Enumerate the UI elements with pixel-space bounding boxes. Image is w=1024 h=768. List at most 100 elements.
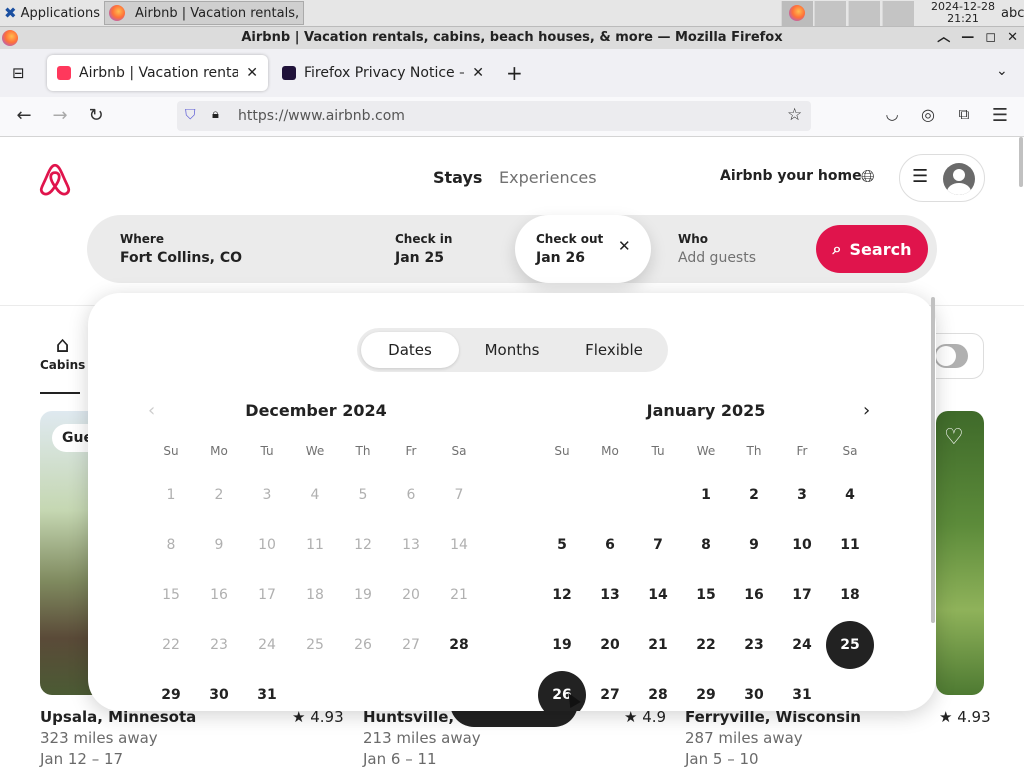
calendar-day: 13 [402,537,420,553]
applications-menu[interactable]: ✖ Applications [0,0,100,26]
calendar-day[interactable]: 25 [826,621,874,669]
back-icon[interactable]: ← [12,105,36,126]
workspace-3[interactable] [848,1,880,26]
checkin-field[interactable]: Check in Jan 25 [367,215,515,283]
dates-mode-button[interactable]: Dates [361,332,459,368]
calendar-day[interactable]: 7 [634,521,682,569]
keyboard-layout[interactable]: abc [1001,6,1024,21]
workspace-4[interactable] [882,1,914,26]
clear-date-icon[interactable]: ✕ [618,237,631,255]
calendar-day[interactable]: 30 [730,671,778,711]
shield-icon[interactable]: ⛉ [185,107,196,123]
calendar-day[interactable]: 6 [586,521,634,569]
clock-time: 21:21 [947,12,979,25]
flexible-mode-button[interactable]: Flexible [564,332,664,368]
calendar-day[interactable]: 10 [778,521,826,569]
calendar-day[interactable]: 12 [538,571,586,619]
experiences-tab[interactable]: Experiences [499,168,597,187]
rating-value: 4.93 [957,708,991,726]
tab-close-icon[interactable]: ✕ [472,65,484,81]
calendar-day[interactable]: 28 [634,671,682,711]
calendar-day[interactable]: 14 [634,571,682,619]
where-value[interactable]: Fort Collins, CO [120,250,242,266]
calendar-day: 27 [402,637,420,653]
extensions-icon[interactable]: ⧉ [952,105,976,123]
tab-overview-icon[interactable]: ⊟ [12,64,25,82]
calendar-day[interactable]: 29 [682,671,730,711]
calendar-day[interactable]: 27 [586,671,634,711]
window-shade-button[interactable]: ︿ [937,27,950,49]
heart-icon[interactable]: ♡ [944,425,964,450]
calendar-day: 16 [210,587,228,603]
calendar-day[interactable]: 26 [538,671,586,711]
calendar-day: 5 [358,487,368,503]
tab-airbnb[interactable]: Airbnb | Vacation rentals, c ✕ [47,55,268,91]
calendar-day[interactable]: 24 [778,621,826,669]
calendar-day[interactable]: 13 [586,571,634,619]
category-cabins[interactable]: ⌂ Cabins [40,333,85,372]
where-label: Where [120,232,164,246]
page-scrollbar[interactable] [1019,137,1023,187]
weekday-label: Th [355,444,371,458]
calendar-day[interactable]: 20 [586,621,634,669]
calendar-day[interactable]: 11 [826,521,874,569]
tab-privacy-notice[interactable]: Firefox Privacy Notice — M ✕ [272,55,494,91]
app-menu-icon[interactable]: ☰ [988,105,1012,126]
total-price-toggle[interactable] [934,344,968,368]
window-close-button[interactable]: ✕ [1007,27,1018,49]
window-maximize-button[interactable]: ◻ [985,27,996,49]
calendar-day[interactable]: 29 [147,671,195,711]
popup-scrollbar[interactable] [931,297,935,623]
stays-tab[interactable]: Stays [433,168,482,187]
pocket-icon[interactable]: ◡ [880,105,904,123]
calendar-day[interactable]: 30 [195,671,243,711]
taskbar-window-button[interactable]: Airbnb | Vacation rentals, ... [104,1,304,25]
calendar-day[interactable]: 17 [778,571,826,619]
calendar-day[interactable]: 9 [730,521,778,569]
listing-dates: Jan 5 – 10 [685,750,759,768]
url-bar[interactable]: ⛉ 🔒︎ https://www.airbnb.com ☆ [177,101,811,131]
calendar-day[interactable]: 4 [826,471,874,519]
calendar-day[interactable]: 28 [435,621,483,669]
airbnb-logo[interactable] [38,161,72,197]
firefox-icon [2,30,18,46]
calendar-day[interactable]: 31 [243,671,291,711]
account-icon[interactable]: ◎ [916,105,940,124]
reload-icon[interactable]: ↻ [84,105,108,126]
calendar-day[interactable]: 31 [778,671,826,711]
calendar-day[interactable]: 16 [730,571,778,619]
window-minimize-button[interactable]: — [961,27,974,49]
tab-close-icon[interactable]: ✕ [246,65,258,81]
calendar-day[interactable]: 3 [778,471,826,519]
bookmark-star-icon[interactable]: ☆ [787,105,802,125]
calendar-day[interactable]: 15 [682,571,730,619]
who-field[interactable]: Who Add guests [651,215,811,283]
workspace-1[interactable] [781,1,813,26]
calendar-day[interactable]: 1 [682,471,730,519]
calendar-day[interactable]: 18 [826,571,874,619]
workspace-2[interactable] [814,1,846,26]
lock-icon[interactable]: 🔒︎ [212,107,219,122]
list-tabs-icon[interactable]: ⌄ [996,63,1008,79]
forward-icon[interactable]: → [48,105,72,126]
calendar-day[interactable]: 8 [682,521,730,569]
host-link[interactable]: Airbnb your home [720,168,862,184]
url-text[interactable]: https://www.airbnb.com [238,108,405,124]
globe-icon[interactable]: 🌐︎ [861,167,875,187]
search-button[interactable]: ⌕ Search [816,225,928,273]
checkout-field[interactable]: Check out Jan 26 ✕ [515,215,651,283]
calendar-day[interactable]: 22 [682,621,730,669]
where-field[interactable]: Where Fort Collins, CO [87,215,367,283]
months-mode-button[interactable]: Months [462,332,562,368]
user-menu-button[interactable]: ☰ [899,154,985,202]
calendar-day[interactable]: 23 [730,621,778,669]
listing-image[interactable] [936,411,984,695]
privacy-favicon [282,66,296,80]
calendar-day[interactable]: 21 [634,621,682,669]
weekday-label: Tu [651,444,665,458]
calendar-day[interactable]: 5 [538,521,586,569]
calendar-day[interactable]: 19 [538,621,586,669]
calendar-day[interactable]: 2 [730,471,778,519]
new-tab-icon[interactable]: + [506,61,523,85]
calendar-day: 10 [258,537,276,553]
